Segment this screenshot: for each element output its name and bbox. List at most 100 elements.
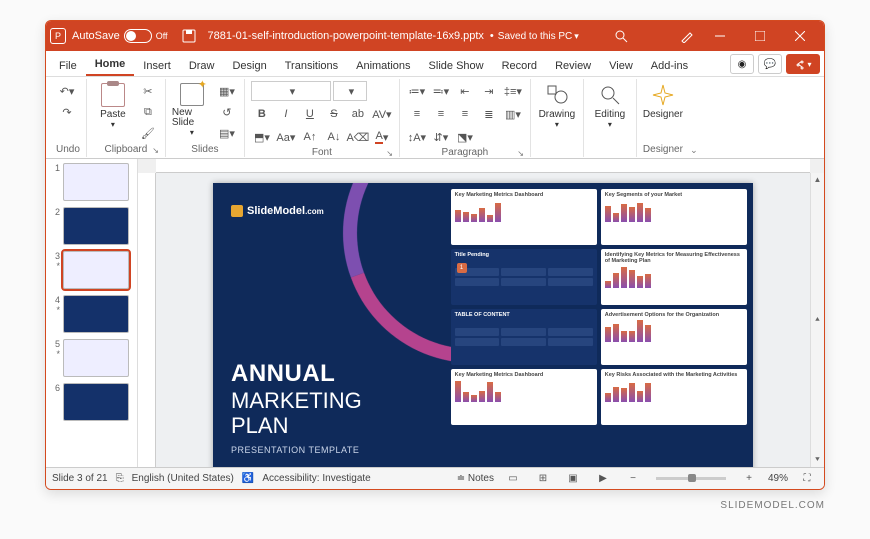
reset-button[interactable]: ↺ — [216, 102, 238, 122]
ribbon-collapse-button[interactable]: ⌄ — [689, 79, 699, 158]
notes-button[interactable]: ≐ Notes — [457, 473, 494, 484]
highlight-button[interactable]: ⬒▾ — [251, 127, 273, 147]
new-slide-button[interactable]: New Slide ▾ — [172, 81, 212, 137]
thumbnail-3[interactable]: 3* — [48, 251, 135, 289]
smartart-button[interactable]: ⬔▾ — [454, 127, 476, 147]
title-bar: P AutoSave Off 7881-01-self-introduction… — [46, 21, 824, 51]
strike-button[interactable]: S — [323, 104, 345, 124]
slide-thumbnails[interactable]: 1 2 3* 4* 5* 6 — [46, 159, 138, 467]
font-family-combo[interactable]: ▾ — [251, 81, 331, 101]
editing-button[interactable]: Editing ▾ — [590, 81, 630, 137]
language-status[interactable]: English (United States) — [132, 473, 234, 484]
slide-canvas[interactable]: SlideModel.com ANNUAL MARKETING PLAN PRE… — [156, 173, 810, 467]
camera-button[interactable]: ◉ — [730, 54, 754, 74]
indent-inc-button[interactable]: ⇥ — [478, 81, 500, 101]
indent-dec-button[interactable]: ⇤ — [454, 81, 476, 101]
tab-add-ins[interactable]: Add-ins — [642, 56, 697, 76]
normal-view-button[interactable]: ▭ — [502, 471, 524, 487]
prev-slide-icon[interactable]: ⯅ — [814, 315, 820, 325]
spellcheck-icon[interactable]: ⎘ — [116, 473, 124, 484]
save-button[interactable] — [177, 24, 201, 48]
thumbnail-5[interactable]: 5* — [48, 339, 135, 377]
mini-slide-4: Identifying Key Metrics for Measuring Ef… — [601, 249, 747, 305]
comments-button[interactable]: 💬 — [758, 54, 782, 74]
group-label-designer: Designer — [643, 144, 683, 157]
change-case-button[interactable]: Aa▾ — [275, 127, 297, 147]
tab-record[interactable]: Record — [493, 56, 546, 76]
current-slide[interactable]: SlideModel.com ANNUAL MARKETING PLAN PRE… — [213, 183, 753, 467]
tab-transitions[interactable]: Transitions — [276, 56, 347, 76]
align-right-button[interactable]: ≡ — [454, 104, 476, 124]
scroll-up-icon[interactable]: ▲ — [814, 175, 822, 184]
text-direction-button[interactable]: ↕A▾ — [406, 127, 428, 147]
slideshow-view-button[interactable]: ▶ — [592, 471, 614, 487]
thumbnail-4[interactable]: 4* — [48, 295, 135, 333]
paste-button[interactable]: Paste ▾ — [93, 81, 133, 137]
thumbnail-2[interactable]: 2 — [48, 207, 135, 245]
vertical-scrollbar[interactable]: ▲ ⯅ ⯆ — [810, 173, 824, 467]
designer-button[interactable]: Designer — [643, 81, 683, 137]
autosave-toggle[interactable]: AutoSave Off — [72, 29, 168, 43]
cut-button[interactable]: ✂ — [137, 81, 159, 101]
thumbnail-1[interactable]: 1 — [48, 163, 135, 201]
section-button[interactable]: ▤▾ — [216, 123, 238, 143]
share-button[interactable]: ▾ — [786, 54, 820, 74]
undo-button[interactable]: ↶▾ — [56, 81, 78, 101]
line-spacing-button[interactable]: ‡≡▾ — [502, 81, 524, 101]
font-size-combo[interactable]: ▾ — [333, 81, 367, 101]
tab-home[interactable]: Home — [86, 54, 135, 76]
shrink-font-button[interactable]: A↓ — [323, 127, 345, 147]
columns-button[interactable]: ▥▾ — [502, 104, 524, 124]
zoom-out-button[interactable]: − — [622, 471, 644, 487]
align-text-button[interactable]: ⇵▾ — [430, 127, 452, 147]
tab-slide-show[interactable]: Slide Show — [420, 56, 493, 76]
redo-button[interactable]: ↷ — [56, 102, 78, 122]
spacing-button[interactable]: AV▾ — [371, 104, 393, 124]
accessibility-status[interactable]: Accessibility: Investigate — [262, 473, 370, 484]
paragraph-launcher[interactable]: ↘ — [517, 149, 524, 158]
zoom-slider[interactable] — [656, 477, 726, 480]
tab-draw[interactable]: Draw — [180, 56, 224, 76]
chevron-down-icon[interactable]: ▾ — [574, 31, 579, 42]
align-center-button[interactable]: ≡ — [430, 104, 452, 124]
group-paragraph: ≔▾ ≕▾ ⇤ ⇥ ‡≡▾ ≡ ≡ ≡ ≣ ▥▾ ↕A▾ ⇵▾ ⬔▾ — [400, 79, 531, 157]
italic-button[interactable]: I — [275, 104, 297, 124]
tab-insert[interactable]: Insert — [134, 56, 180, 76]
thumbnail-6[interactable]: 6 — [48, 383, 135, 421]
next-slide-icon[interactable]: ⯆ — [814, 455, 820, 465]
minimize-button[interactable] — [700, 21, 740, 51]
draw-mode-button[interactable] — [675, 24, 699, 48]
bold-button[interactable]: B — [251, 104, 273, 124]
align-left-button[interactable]: ≡ — [406, 104, 428, 124]
slide-counter[interactable]: Slide 3 of 21 — [52, 473, 108, 484]
group-label-undo: Undo — [56, 144, 80, 157]
sorter-view-button[interactable]: ⊞ — [532, 471, 554, 487]
copy-button[interactable]: ⧉ — [137, 102, 159, 122]
tab-animations[interactable]: Animations — [347, 56, 419, 76]
justify-button[interactable]: ≣ — [478, 104, 500, 124]
tab-file[interactable]: File — [50, 56, 86, 76]
fit-window-button[interactable]: ⛶ — [796, 471, 818, 487]
clipboard-launcher[interactable]: ↘ — [152, 146, 159, 155]
grow-font-button[interactable]: A↑ — [299, 127, 321, 147]
clear-format-button[interactable]: A⌫ — [347, 127, 369, 147]
zoom-level[interactable]: 49% — [768, 473, 788, 484]
search-button[interactable] — [609, 24, 633, 48]
format-painter-button[interactable]: 🖌 — [137, 123, 159, 143]
mini-slide-8: Key Risks Associated with the Marketing … — [601, 369, 747, 425]
layout-button[interactable]: ▦▾ — [216, 81, 238, 101]
underline-button[interactable]: U — [299, 104, 321, 124]
tab-view[interactable]: View — [600, 56, 642, 76]
font-color-button[interactable]: A▾ — [371, 127, 393, 147]
drawing-button[interactable]: Drawing ▾ — [537, 81, 577, 137]
numbering-button[interactable]: ≕▾ — [430, 81, 452, 101]
maximize-button[interactable] — [740, 21, 780, 51]
tab-design[interactable]: Design — [223, 56, 275, 76]
shadow-button[interactable]: ab — [347, 104, 369, 124]
tab-review[interactable]: Review — [546, 56, 600, 76]
reading-view-button[interactable]: ▣ — [562, 471, 584, 487]
zoom-in-button[interactable]: + — [738, 471, 760, 487]
bullets-button[interactable]: ≔▾ — [406, 81, 428, 101]
close-button[interactable] — [780, 21, 820, 51]
font-launcher[interactable]: ↘ — [386, 149, 393, 158]
